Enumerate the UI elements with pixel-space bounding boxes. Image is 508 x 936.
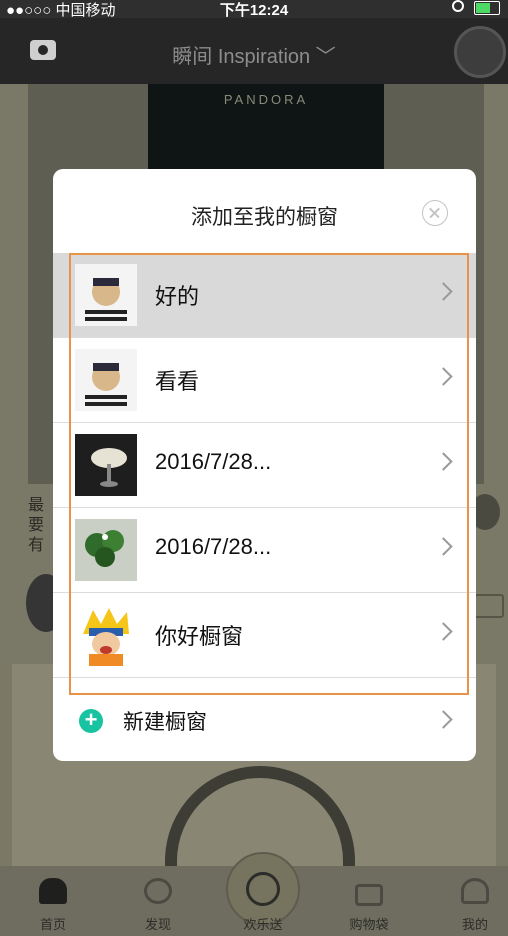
- alarm-icon: [452, 0, 464, 12]
- chevron-right-icon: [434, 710, 453, 729]
- tab-label: 欢乐送: [243, 917, 283, 932]
- close-icon[interactable]: [422, 200, 448, 226]
- meme-thumbnail: [75, 349, 137, 411]
- chevron-right-icon: [434, 537, 453, 556]
- window-list-item[interactable]: 你好橱窗: [53, 593, 476, 678]
- plus-circle-icon: +: [79, 709, 103, 733]
- tab-home[interactable]: 首页: [13, 866, 93, 936]
- window-list-item[interactable]: 看看: [53, 338, 476, 423]
- window-name: 你好橱窗: [155, 624, 244, 649]
- chevron-right-icon: [434, 367, 453, 386]
- new-window-button[interactable]: + 新建橱窗: [53, 693, 476, 753]
- meme-thumbnail: [75, 264, 137, 326]
- tab-me[interactable]: 我的: [435, 866, 508, 936]
- cartoon-thumbnail: [75, 604, 137, 666]
- tab-label: 购物袋: [349, 917, 389, 932]
- shopping-bag-icon: [355, 884, 383, 906]
- window-name: 好的: [155, 284, 200, 309]
- plant-photo-thumbnail: [75, 519, 137, 581]
- battery-icon: [474, 1, 500, 15]
- nav-title-dropdown[interactable]: 瞬间 Inspiration ﹀: [0, 40, 508, 69]
- dialog-title: 添加至我的橱窗: [191, 206, 338, 229]
- planet-icon: [144, 878, 172, 904]
- new-window-label: 新建橱窗: [123, 711, 207, 734]
- tab-label: 发现: [144, 917, 171, 932]
- banner-text: PANDORA: [223, 92, 309, 107]
- status-bar: ●●○○○ 中国移动 下午12:24: [0, 0, 508, 19]
- top-navigation-bar: 瞬间 Inspiration ﹀: [0, 18, 508, 84]
- profile-avatar-button[interactable]: [454, 26, 506, 78]
- home-icon: [39, 878, 67, 904]
- tab-happy-delivery[interactable]: 欢乐送: [223, 866, 303, 936]
- chevron-right-icon: [434, 452, 453, 471]
- chevron-right-icon: [434, 282, 453, 301]
- tab-label: 首页: [39, 917, 66, 932]
- tab-discover[interactable]: 发现: [118, 866, 198, 936]
- tab-shopping-bag[interactable]: 购物袋: [329, 866, 409, 936]
- clock-label: 下午12:24: [219, 2, 289, 19]
- window-list-item[interactable]: 好的: [53, 253, 476, 338]
- window-name: 2016/7/28...: [155, 534, 272, 559]
- window-list: 好的 看看 2016/7/28... 2016/7/28... 你好橱窗: [53, 253, 476, 678]
- window-list-item[interactable]: 2016/7/28...: [53, 423, 476, 508]
- window-name: 看看: [155, 369, 200, 394]
- product-photo-thumbnail: [75, 434, 137, 496]
- add-to-window-dialog: 添加至我的橱窗 好的 看看 2016/7/28... 2016/7/28... …: [53, 169, 476, 761]
- person-icon: [461, 878, 489, 904]
- tab-label: 我的: [461, 917, 488, 932]
- chevron-right-icon: [434, 622, 453, 641]
- window-list-item[interactable]: 2016/7/28...: [53, 508, 476, 593]
- folder-icon: [474, 594, 504, 618]
- window-name: 2016/7/28...: [155, 449, 272, 474]
